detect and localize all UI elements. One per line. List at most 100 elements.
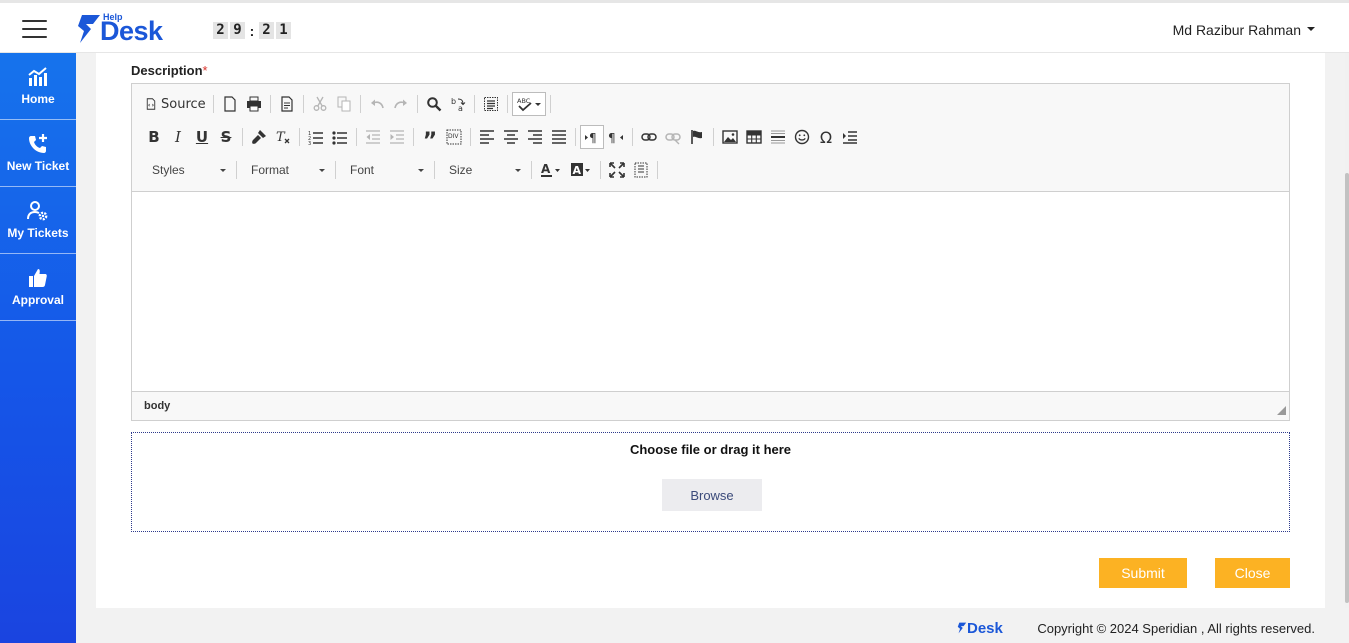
link-icon	[641, 133, 657, 141]
footer-logo: Desk	[957, 620, 1003, 637]
table-button[interactable]	[742, 125, 766, 149]
helpdesk-logo[interactable]: Help Desk	[76, 12, 176, 46]
browse-button[interactable]: Browse	[662, 479, 762, 511]
align-right-button[interactable]	[523, 125, 547, 149]
toolbar-separator	[506, 95, 508, 113]
justify-button[interactable]	[547, 125, 571, 149]
horizontal-line-icon	[771, 130, 785, 144]
toolbar-separator	[212, 95, 214, 113]
new-page-button[interactable]	[218, 92, 242, 116]
strikethrough-button[interactable]: S	[214, 125, 238, 149]
maximize-button[interactable]	[605, 158, 629, 182]
styles-dropdown[interactable]: Styles	[142, 159, 232, 181]
smiley-button[interactable]	[790, 125, 814, 149]
decrease-indent-button[interactable]	[361, 125, 385, 149]
sidebar-item-home[interactable]: Home	[0, 53, 76, 120]
rtl-icon: ¶	[608, 131, 623, 145]
scrollbar-thumb[interactable]	[1345, 173, 1349, 603]
special-char-button[interactable]: Ω	[814, 125, 838, 149]
cut-button[interactable]	[308, 92, 332, 116]
session-timer: 2 9 : 2 1	[213, 22, 291, 39]
italic-button[interactable]: I	[166, 125, 190, 149]
toolbar-separator	[549, 95, 551, 113]
toolbar-row-1: Source ba ABC	[142, 91, 555, 117]
resize-handle-icon[interactable]	[1277, 406, 1286, 415]
show-blocks-icon	[634, 162, 648, 178]
bulleted-list-button[interactable]	[328, 125, 352, 149]
toolbar-separator	[299, 128, 300, 146]
toolbar-separator	[575, 128, 576, 146]
numbered-list-button[interactable]: 123	[304, 125, 328, 149]
copyright-text: Copyright © 2024 Speridian , All rights …	[1037, 621, 1315, 636]
sidebar-item-new-ticket[interactable]: New Ticket	[0, 120, 76, 187]
select-all-button[interactable]	[479, 92, 503, 116]
sidebar-item-my-tickets[interactable]: My Tickets	[0, 187, 76, 254]
background-color-button[interactable]: A	[566, 158, 596, 182]
text-color-button[interactable]: A	[536, 158, 566, 182]
show-blocks-button[interactable]	[629, 158, 653, 182]
text-direction-rtl-button[interactable]: ¶	[604, 125, 628, 149]
remove-format-button[interactable]: T	[271, 125, 295, 149]
footer-logo-text: Desk	[967, 620, 1003, 637]
remove-format-icon: T	[276, 130, 290, 145]
replace-button[interactable]: ba	[446, 92, 470, 116]
anchor-button[interactable]	[685, 125, 709, 149]
spellcheck-button[interactable]: ABC	[511, 92, 546, 116]
align-left-button[interactable]	[475, 125, 499, 149]
chevron-down-icon	[1307, 27, 1315, 32]
bold-button[interactable]: B	[142, 125, 166, 149]
description-label: Description*	[131, 63, 208, 78]
image-button[interactable]	[718, 125, 742, 149]
thumbs-up-icon	[29, 269, 47, 287]
element-path[interactable]: body	[144, 400, 170, 412]
user-menu[interactable]: Md Razibur Rahman	[1173, 22, 1315, 38]
svg-text:3: 3	[308, 141, 311, 145]
font-dropdown[interactable]: Font	[340, 159, 430, 181]
toolbar-separator	[657, 161, 658, 179]
increase-indent-button[interactable]	[385, 125, 409, 149]
menu-icon[interactable]	[22, 20, 47, 38]
scrollbar[interactable]	[1345, 53, 1349, 608]
link-button[interactable]	[637, 125, 661, 149]
svg-text:DIV: DIV	[448, 133, 459, 140]
background-color-icon: A	[571, 163, 590, 177]
find-button[interactable]	[422, 92, 446, 116]
svg-text:T: T	[276, 130, 286, 145]
editor-content-area[interactable]	[132, 192, 1289, 392]
print-button[interactable]	[242, 92, 266, 116]
chart-icon	[28, 67, 47, 86]
copy-button[interactable]	[332, 92, 356, 116]
size-dropdown-label: Size	[449, 163, 473, 177]
toolbar-separator	[302, 95, 304, 113]
unlink-button[interactable]	[661, 125, 685, 149]
text-direction-ltr-button[interactable]: ¶	[580, 125, 604, 149]
file-dropzone[interactable]: Choose file or drag it here Browse	[131, 432, 1290, 532]
submit-button[interactable]: Submit	[1099, 558, 1187, 588]
format-dropdown[interactable]: Format	[241, 159, 331, 181]
sidebar-item-approval[interactable]: Approval	[0, 254, 76, 321]
copy-formatting-button[interactable]	[247, 125, 271, 149]
page-break-button[interactable]	[838, 125, 862, 149]
toolbar-row-2: B I U S T 123 ” DIV ¶ ¶ Ω	[142, 124, 862, 152]
logo-mark-icon	[957, 622, 967, 634]
toolbar-separator	[632, 128, 633, 146]
blockquote-button[interactable]: ”	[418, 125, 442, 152]
smiley-icon	[794, 129, 810, 145]
close-button[interactable]: Close	[1215, 558, 1290, 588]
text-color-icon: A	[541, 162, 560, 177]
redo-icon	[393, 99, 407, 109]
maximize-icon	[609, 162, 625, 178]
underline-button[interactable]: U	[190, 125, 214, 149]
undo-button[interactable]	[365, 92, 389, 116]
redo-button[interactable]	[389, 92, 413, 116]
toolbar-separator	[269, 95, 271, 113]
templates-icon	[281, 96, 293, 112]
align-center-button[interactable]	[499, 125, 523, 149]
toolbar-separator	[434, 161, 435, 179]
horizontal-line-button[interactable]	[766, 125, 790, 149]
toolbar-separator	[359, 95, 361, 113]
templates-button[interactable]	[275, 92, 299, 116]
source-button[interactable]: Source	[142, 92, 209, 116]
create-div-button[interactable]: DIV	[442, 125, 466, 149]
size-dropdown[interactable]: Size	[439, 159, 527, 181]
